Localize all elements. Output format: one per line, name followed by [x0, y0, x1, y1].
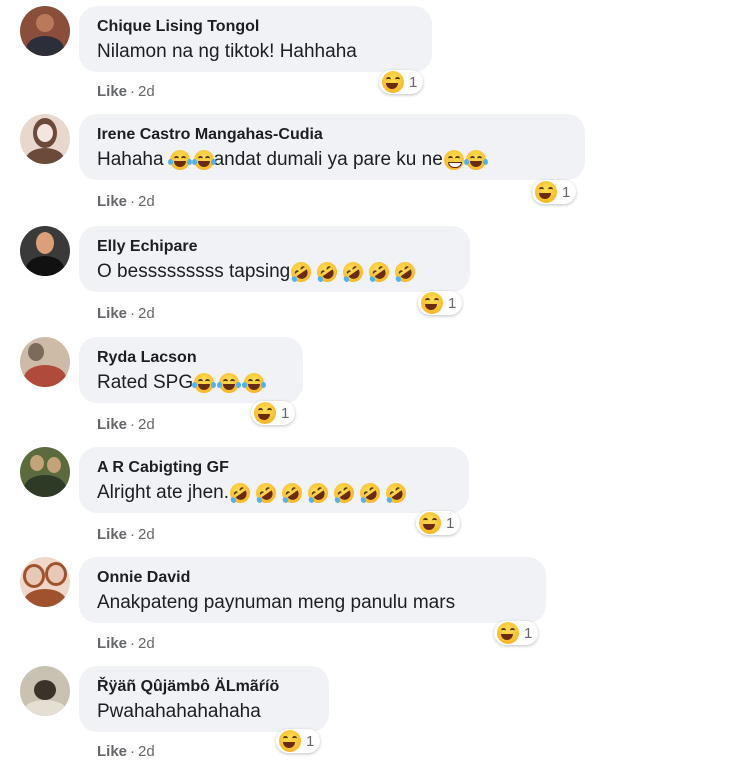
- comment-meta: Like · 2d: [97, 416, 155, 433]
- comment-meta: Like · 2d: [97, 526, 155, 543]
- laugh-reaction-icon: [421, 292, 443, 314]
- laugh-reaction-icon: [279, 730, 301, 752]
- reaction-count-badge[interactable]: 1: [418, 291, 463, 315]
- reaction-count-badge[interactable]: 1: [494, 621, 539, 645]
- comment-bubble: A R Cabigting GF Alright ate jhen.: [79, 447, 469, 513]
- joy-emoji-icon: [191, 150, 216, 170]
- comment-bubble: Elly Echipare O besssssssss tapsing: [79, 226, 470, 292]
- comment-bubble: Chique Lising Tongol Nilamon na ng tikto…: [79, 6, 432, 72]
- rofl-emoji-icon: [356, 479, 384, 507]
- rofl-emoji-icon: [382, 479, 410, 507]
- comment-text: Hahaha: [97, 149, 164, 170]
- joy-emoji-icon: [217, 373, 242, 393]
- rofl-emoji-icon: [304, 479, 332, 507]
- comment-timestamp[interactable]: 2d: [138, 83, 155, 100]
- comment-meta: Like · 2d: [97, 635, 155, 652]
- comment-author[interactable]: A R Cabigting GF: [97, 457, 449, 479]
- comment-text: Anakpateng paynuman meng panulu mars: [97, 592, 456, 613]
- joy-emoji-icon: [167, 150, 192, 170]
- comment-author[interactable]: Chique Lising Tongol: [97, 16, 412, 38]
- avatar[interactable]: [20, 6, 70, 56]
- comment-timestamp[interactable]: 2d: [138, 743, 155, 760]
- rofl-emoji-icon: [339, 258, 368, 286]
- avatar[interactable]: [20, 226, 70, 276]
- laugh-reaction-icon: [382, 71, 404, 93]
- comment-meta: Like · 2d: [97, 193, 155, 210]
- rofl-emoji-icon: [391, 258, 420, 286]
- comment-author[interactable]: Onnie David: [97, 567, 526, 589]
- reaction-count: 1: [281, 404, 290, 422]
- comment-author[interactable]: Irene Castro Mangahas-Cudia: [97, 124, 565, 146]
- reaction-count-badge[interactable]: 1: [416, 511, 461, 535]
- reaction-count: 1: [562, 183, 571, 201]
- reaction-count: 1: [448, 294, 457, 312]
- like-link[interactable]: Like: [97, 83, 127, 100]
- comment-bubble: Onnie David Anakpateng paynuman meng pan…: [79, 557, 546, 623]
- avatar[interactable]: [20, 557, 70, 607]
- joy-emoji-icon: [463, 150, 488, 170]
- reaction-count-badge[interactable]: 1: [251, 401, 296, 425]
- comment-timestamp[interactable]: 2d: [138, 526, 155, 543]
- comment-text-continued: andat dumali ya pare ku ne: [213, 149, 443, 170]
- laugh-reaction-icon: [497, 622, 519, 644]
- reaction-count: 1: [524, 624, 533, 642]
- comment-meta: Like · 2d: [97, 305, 155, 322]
- rofl-emoji-icon: [313, 258, 342, 286]
- reaction-count: 1: [446, 514, 455, 532]
- comment-meta: Like · 2d: [97, 83, 155, 100]
- reaction-count: 1: [409, 73, 418, 91]
- laugh-reaction-icon: [535, 181, 557, 203]
- comment-bubble: Irene Castro Mangahas-Cudia Hahaha andat…: [79, 114, 585, 180]
- avatar[interactable]: [20, 114, 70, 164]
- reaction-count: 1: [306, 732, 315, 750]
- avatar[interactable]: [20, 447, 70, 497]
- comment-bubble: Ryda Lacson Rated SPG: [79, 337, 303, 403]
- grin-emoji-icon: [443, 150, 464, 170]
- like-link[interactable]: Like: [97, 193, 127, 210]
- comment-timestamp[interactable]: 2d: [138, 193, 155, 210]
- rofl-emoji-icon: [330, 479, 358, 507]
- comment-timestamp[interactable]: 2d: [138, 635, 155, 652]
- comment-text: Rated SPG: [97, 372, 194, 393]
- avatar[interactable]: [20, 666, 70, 716]
- comment-text: Pwahahahahahaha: [97, 701, 261, 722]
- like-link[interactable]: Like: [97, 416, 127, 433]
- comment-bubble: Řÿäñ Qûjämbô ÄLmãŕíö Pwahahahahahaha: [79, 666, 329, 732]
- laugh-reaction-icon: [254, 402, 276, 424]
- reaction-count-badge[interactable]: 1: [379, 70, 424, 94]
- comment-timestamp[interactable]: 2d: [138, 416, 155, 433]
- rofl-emoji-icon: [252, 479, 280, 507]
- comment-text: Nilamon na ng tiktok! Hahhaha: [97, 41, 357, 62]
- laugh-reaction-icon: [419, 512, 441, 534]
- comment-author[interactable]: Řÿäñ Qûjämbô ÄLmãŕíö: [97, 676, 309, 698]
- reaction-count-badge[interactable]: 1: [532, 180, 577, 204]
- like-link[interactable]: Like: [97, 526, 127, 543]
- rofl-emoji-icon: [287, 258, 316, 286]
- comment-text: Alright ate jhen.: [97, 482, 230, 503]
- comment-timestamp[interactable]: 2d: [138, 305, 155, 322]
- rofl-emoji-icon: [226, 479, 254, 507]
- comment-meta: Like · 2d: [97, 743, 155, 760]
- like-link[interactable]: Like: [97, 635, 127, 652]
- comment-text: O besssssssss tapsing: [97, 261, 291, 282]
- rofl-emoji-icon: [365, 258, 394, 286]
- like-link[interactable]: Like: [97, 305, 127, 322]
- comment-author[interactable]: Elly Echipare: [97, 236, 450, 258]
- like-link[interactable]: Like: [97, 743, 127, 760]
- comment-author[interactable]: Ryda Lacson: [97, 347, 283, 369]
- joy-emoji-icon: [192, 373, 217, 393]
- reaction-count-badge[interactable]: 1: [276, 729, 321, 753]
- avatar[interactable]: [20, 337, 70, 387]
- joy-emoji-icon: [242, 373, 267, 393]
- rofl-emoji-icon: [278, 479, 306, 507]
